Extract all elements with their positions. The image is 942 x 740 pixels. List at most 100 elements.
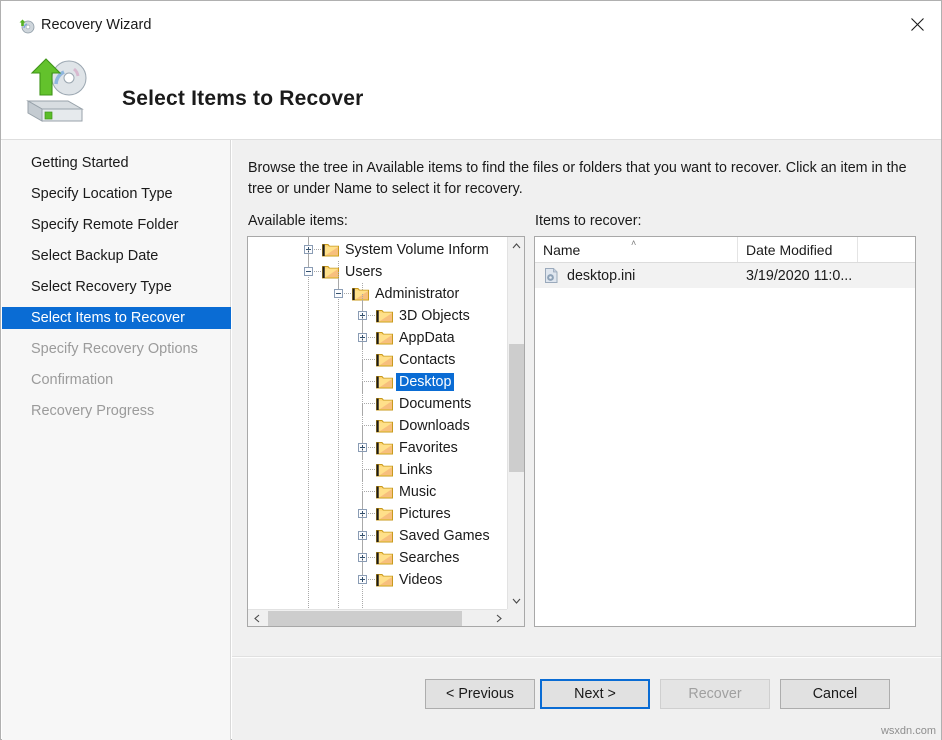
items-to-recover-label: Items to recover: — [535, 213, 641, 229]
items-to-recover-list[interactable]: Name ˄ Date Modified desktop. — [534, 236, 916, 627]
chevron-right-icon[interactable] — [490, 610, 507, 627]
tree-item[interactable]: Desktop — [376, 371, 454, 393]
tree-item[interactable]: AppData — [376, 327, 458, 349]
instruction-text: Browse the tree in Available items to fi… — [248, 158, 918, 200]
folder-icon — [352, 287, 369, 301]
sidebar-item-select-recovery-type[interactable]: Select Recovery Type — [2, 276, 231, 298]
folder-icon — [376, 331, 393, 345]
table-row[interactable]: desktop.ini 3/19/2020 11:0... — [535, 263, 915, 288]
tree-item-label: Administrator — [372, 285, 462, 303]
tree-item-label: Favorites — [396, 439, 461, 457]
folder-icon — [376, 419, 393, 433]
column-header-date-label: Date Modified — [746, 242, 832, 258]
sidebar-item-getting-started[interactable]: Getting Started — [2, 152, 231, 174]
folder-icon — [376, 507, 393, 521]
tree-item-label: AppData — [396, 329, 458, 347]
previous-button[interactable]: < Previous — [425, 679, 535, 709]
tree-item-label: System Volume Inform — [342, 241, 492, 259]
tree-item-label: Searches — [396, 549, 462, 567]
tree-connector-line — [362, 425, 376, 426]
tree-item[interactable]: Administrator — [352, 283, 462, 305]
folder-icon — [376, 309, 393, 323]
tree-item-label: Users — [342, 263, 385, 281]
chevron-down-icon[interactable] — [508, 592, 525, 609]
wizard-steps-sidebar: Getting Started Specify Location Type Spec… — [2, 140, 231, 740]
sidebar-item-label: Select Backup Date — [31, 248, 158, 264]
window-title: Recovery Wizard — [41, 17, 151, 33]
watermark: wsxdn.com — [881, 725, 936, 737]
tree-item[interactable]: Music — [376, 481, 439, 503]
tree-connector-line — [362, 448, 363, 459]
folder-icon — [322, 265, 339, 279]
recover-button: Recover — [660, 679, 770, 709]
folder-icon — [376, 397, 393, 411]
tree-connector-line — [362, 382, 363, 393]
tree-item[interactable]: Downloads — [376, 415, 473, 437]
folder-icon — [322, 243, 339, 257]
sort-ascending-icon: ˄ — [631, 238, 636, 248]
sidebar-item-label: Specify Location Type — [31, 186, 173, 202]
tree-connector-line — [362, 491, 376, 492]
column-header-name[interactable]: Name ˄ — [535, 237, 738, 262]
tree-hscroll-thumb[interactable] — [268, 611, 462, 626]
scrollbar-corner — [507, 609, 524, 626]
tree-item-label: Links — [396, 461, 435, 479]
sidebar-item-label: Confirmation — [31, 372, 113, 388]
sidebar-item-select-items-to-recover[interactable]: Select Items to Recover — [2, 307, 231, 329]
chevron-up-icon[interactable] — [508, 237, 525, 254]
tree-item[interactable]: Users — [322, 261, 385, 283]
tree-connector-line — [362, 359, 376, 360]
tree-connector-line — [362, 403, 376, 404]
tree-item[interactable]: Pictures — [376, 503, 454, 525]
tree-item-label: Documents — [396, 395, 474, 413]
sidebar-item-label: Select Recovery Type — [31, 279, 172, 295]
sidebar-item-label: Specify Remote Folder — [31, 217, 178, 233]
tree-item-label: 3D Objects — [396, 307, 473, 325]
tree-item[interactable]: System Volume Inform — [322, 239, 492, 261]
next-button[interactable]: Next > — [540, 679, 650, 709]
tree-item-label: Pictures — [396, 505, 454, 523]
page-title: Select Items to Recover — [122, 87, 364, 111]
sidebar-item-confirmation: Confirmation — [2, 369, 231, 391]
hard-drive-restore-icon — [16, 51, 100, 127]
tree-vertical-scrollbar[interactable] — [507, 237, 524, 609]
tree-collapse-icon[interactable] — [334, 289, 343, 298]
ini-file-icon — [543, 267, 560, 284]
wizard-header: Select Items to Recover — [2, 47, 941, 139]
tree-item[interactable]: 3D Objects — [376, 305, 473, 327]
tree-horizontal-scrollbar[interactable] — [248, 609, 507, 626]
available-items-tree[interactable]: System Volume Inform Users Administrator 3D… — [247, 236, 525, 627]
tree-item[interactable]: Videos — [376, 569, 445, 591]
sidebar-item-label: Recovery Progress — [31, 403, 154, 419]
column-header-date-modified[interactable]: Date Modified — [738, 237, 858, 262]
sidebar-item-specify-location-type[interactable]: Specify Location Type — [2, 183, 231, 205]
tree-item[interactable]: Links — [376, 459, 435, 481]
chevron-left-icon[interactable] — [248, 610, 265, 627]
tree-connector-line — [362, 360, 363, 371]
tree-collapse-icon[interactable] — [304, 267, 313, 276]
tree-expand-icon[interactable] — [358, 575, 367, 584]
column-header-filler — [858, 237, 915, 262]
close-icon[interactable] — [894, 2, 940, 46]
folder-icon — [376, 485, 393, 499]
list-header: Name ˄ Date Modified — [535, 237, 915, 263]
folder-icon — [376, 573, 393, 587]
sidebar-item-recovery-progress: Recovery Progress — [2, 400, 231, 422]
cancel-button[interactable]: Cancel — [780, 679, 890, 709]
recovery-wizard-window: Recovery Wizard Select Items to Recover — [0, 0, 942, 740]
tree-item[interactable]: Saved Games — [376, 525, 493, 547]
tree-item[interactable]: Documents — [376, 393, 474, 415]
tree-connector-line — [362, 338, 363, 349]
tree-item-label: Downloads — [396, 417, 473, 435]
tree-item[interactable]: Searches — [376, 547, 462, 569]
tree-vscroll-thumb[interactable] — [509, 344, 524, 472]
tree-item-label: Music — [396, 483, 439, 501]
tree-item[interactable]: Contacts — [376, 349, 458, 371]
content-area: Browse the tree in Available items to fi… — [232, 140, 941, 740]
tree-item-label: Desktop — [396, 373, 454, 391]
tree-item[interactable]: Favorites — [376, 437, 461, 459]
sidebar-item-specify-remote-folder[interactable]: Specify Remote Folder — [2, 214, 231, 236]
sidebar-item-select-backup-date[interactable]: Select Backup Date — [2, 245, 231, 267]
tree-connector-line — [362, 404, 363, 415]
tree-connector-line — [338, 261, 339, 609]
